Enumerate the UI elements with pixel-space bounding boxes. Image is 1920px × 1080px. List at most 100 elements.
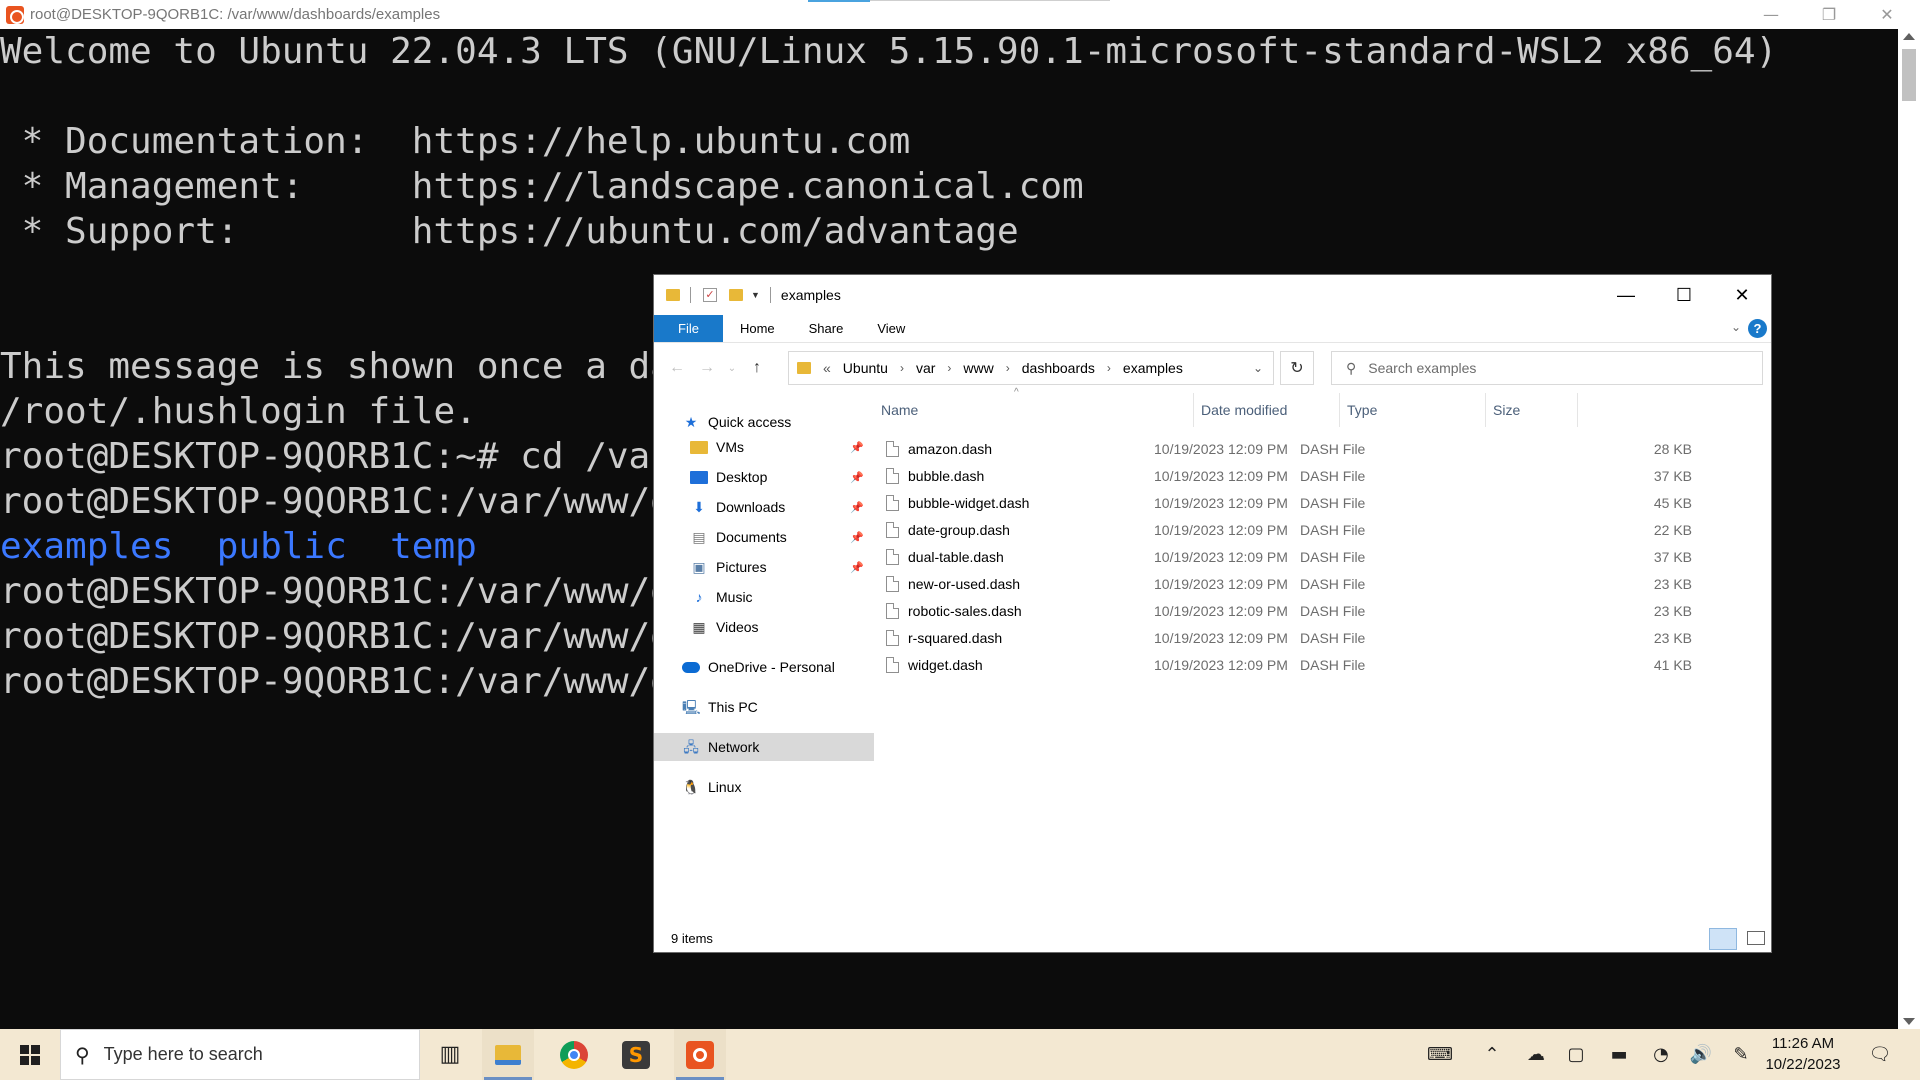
explorer-minimize-button[interactable]: —	[1597, 275, 1655, 315]
system-clock[interactable]: 11:26 AM 10/22/2023	[1758, 1033, 1848, 1075]
scroll-down-icon[interactable]	[1903, 1018, 1915, 1025]
table-row[interactable]: robotic-sales.dash 10/19/2023 12:09 PM D…	[874, 598, 1772, 625]
terminal-scrollbar[interactable]	[1898, 29, 1920, 1029]
explorer-close-button[interactable]: ✕	[1713, 275, 1771, 315]
taskbar-ubuntu-terminal[interactable]	[674, 1029, 726, 1080]
nav-music[interactable]: ♪ Music	[654, 583, 874, 611]
address-bar[interactable]: « Ubuntu › var › www › dashboards › exam…	[788, 351, 1274, 385]
breadcrumb-var[interactable]: var	[916, 360, 935, 376]
explorer-maximize-button[interactable]: ☐	[1655, 275, 1713, 315]
table-row[interactable]: new-or-used.dash 10/19/2023 12:09 PM DAS…	[874, 571, 1772, 598]
breadcrumb-dashboards[interactable]: dashboards	[1022, 360, 1095, 376]
volume-icon[interactable]: 🔊	[1686, 1029, 1716, 1080]
forward-arrow-icon[interactable]: →	[692, 359, 722, 377]
taskbar-chrome[interactable]	[548, 1029, 600, 1080]
nav-item-label: Network	[708, 739, 760, 755]
table-row[interactable]: bubble-widget.dash 10/19/2023 12:09 PM D…	[874, 490, 1772, 517]
column-date-modified[interactable]: Date modified	[1194, 393, 1340, 427]
nav-quick-access[interactable]: ★ Quick access	[654, 408, 874, 436]
refresh-button[interactable]: ↻	[1280, 351, 1314, 385]
breadcrumb-overflow[interactable]: «	[823, 360, 831, 376]
pin-icon[interactable]: 📌	[850, 501, 864, 514]
nav-desktop[interactable]: Desktop 📌	[654, 463, 874, 491]
file-type: DASH File	[1300, 549, 1366, 565]
refresh-icon: ↻	[1290, 360, 1304, 377]
chevron-up-icon[interactable]: ⌃	[1480, 1029, 1504, 1080]
terminal-restore-button[interactable]: ❐	[1800, 0, 1858, 29]
file-icon	[886, 576, 899, 592]
up-arrow-icon[interactable]: ↑	[742, 359, 772, 377]
file-date: 10/19/2023 12:09 PM	[1154, 441, 1288, 457]
quick-access-dropdown-icon[interactable]: ▼	[751, 290, 760, 300]
large-icons-view-icon[interactable]	[1747, 931, 1765, 945]
tab-file[interactable]: File	[654, 315, 723, 342]
battery-icon[interactable]: ▬	[1602, 1029, 1636, 1080]
expand-ribbon-icon[interactable]: ⌄	[1731, 320, 1741, 334]
nav-linux[interactable]: 🐧 Linux	[654, 773, 874, 801]
table-row[interactable]: date-group.dash 10/19/2023 12:09 PM DASH…	[874, 517, 1772, 544]
table-row[interactable]: widget.dash 10/19/2023 12:09 PM DASH Fil…	[874, 652, 1772, 679]
tab-home[interactable]: Home	[723, 315, 792, 342]
pin-icon[interactable]: 📌	[850, 531, 864, 544]
onedrive-cloud-icon[interactable]: ☁	[1520, 1029, 1552, 1080]
file-explorer-window[interactable]: ✓ ▼ examples — ☐ ✕ File Home Share View …	[653, 274, 1772, 953]
notifications-icon[interactable]: 🗨	[1862, 1029, 1898, 1080]
tab-view[interactable]: View	[860, 315, 922, 342]
scrollbar-thumb[interactable]	[1902, 49, 1916, 101]
breadcrumb-www[interactable]: www	[963, 360, 993, 376]
chevron-right-icon[interactable]: ›	[1107, 361, 1111, 375]
terminal-minimize-button[interactable]: —	[1742, 0, 1800, 29]
pin-icon[interactable]: 📌	[850, 471, 864, 484]
new-folder-icon[interactable]	[729, 289, 743, 301]
table-row[interactable]: r-squared.dash 10/19/2023 12:09 PM DASH …	[874, 625, 1772, 652]
search-box[interactable]: ⚲	[1331, 351, 1763, 385]
start-button[interactable]	[0, 1029, 60, 1080]
nav-documents[interactable]: ▤ Documents 📌	[654, 523, 874, 551]
chevron-down-icon[interactable]: ⌄	[1253, 361, 1263, 375]
download-icon: ⬇	[693, 499, 705, 515]
taskbar-file-explorer[interactable]	[482, 1029, 534, 1080]
taskbar-sublime-text[interactable]: S	[610, 1029, 662, 1080]
divider	[769, 287, 771, 303]
wifi-icon[interactable]: ◔	[1646, 1029, 1676, 1080]
nav-this-pc[interactable]: 🖳 This PC	[654, 693, 874, 721]
table-row[interactable]: bubble.dash 10/19/2023 12:09 PM DASH Fil…	[874, 463, 1772, 490]
taskbar-search[interactable]: ⚲ Type here to search	[60, 1029, 420, 1080]
task-view-button[interactable]: ▥	[424, 1029, 476, 1080]
tab-share[interactable]: Share	[792, 315, 861, 342]
folder-icon	[666, 289, 680, 301]
meet-now-icon[interactable]: ▢	[1562, 1029, 1590, 1080]
chevron-right-icon[interactable]: ›	[1006, 361, 1010, 375]
nav-vms[interactable]: VMs 📌	[654, 433, 874, 461]
nav-network[interactable]: 🖧 Network	[654, 733, 874, 761]
breadcrumb-ubuntu[interactable]: Ubuntu	[843, 360, 888, 376]
chevron-right-icon[interactable]: ›	[947, 361, 951, 375]
pin-icon[interactable]: 📌	[850, 441, 864, 454]
table-row[interactable]: dual-table.dash 10/19/2023 12:09 PM DASH…	[874, 544, 1772, 571]
explorer-titlebar[interactable]: ✓ ▼ examples — ☐ ✕	[654, 275, 1771, 315]
column-type[interactable]: Type	[1340, 393, 1486, 427]
back-arrow-icon[interactable]: ←	[662, 359, 692, 377]
clock-date: 10/22/2023	[1765, 1056, 1841, 1073]
search-input[interactable]	[1368, 360, 1729, 376]
details-view-icon[interactable]	[1709, 928, 1737, 950]
keyboard-layout-icon[interactable]: ⌨	[1420, 1029, 1460, 1080]
scroll-up-icon[interactable]	[1903, 33, 1915, 40]
nav-onedrive[interactable]: OneDrive - Personal	[654, 653, 874, 681]
recent-locations-icon[interactable]: ⌄	[722, 363, 742, 374]
nav-pictures[interactable]: ▣ Pictures 📌	[654, 553, 874, 581]
terminal-close-button[interactable]: ✕	[1858, 0, 1916, 29]
terminal-titlebar[interactable]: root@DESKTOP-9QORB1C: /var/www/dashboard…	[0, 0, 1920, 29]
chevron-right-icon[interactable]: ›	[900, 361, 904, 375]
terminal-line: Welcome to Ubuntu 22.04.3 LTS (GNU/Linux…	[0, 31, 1778, 72]
nav-videos[interactable]: ▦ Videos	[654, 613, 874, 641]
pin-icon[interactable]: 📌	[850, 561, 864, 574]
breadcrumb-examples[interactable]: examples	[1123, 360, 1183, 376]
help-icon[interactable]: ?	[1748, 319, 1767, 338]
properties-icon[interactable]: ✓	[703, 288, 717, 302]
column-name[interactable]: Name	[874, 393, 1194, 427]
table-row[interactable]: amazon.dash 10/19/2023 12:09 PM DASH Fil…	[874, 436, 1772, 463]
nav-downloads[interactable]: ⬇ Downloads 📌	[654, 493, 874, 521]
pen-icon[interactable]: ✎	[1726, 1029, 1756, 1080]
column-size[interactable]: Size	[1486, 393, 1578, 427]
